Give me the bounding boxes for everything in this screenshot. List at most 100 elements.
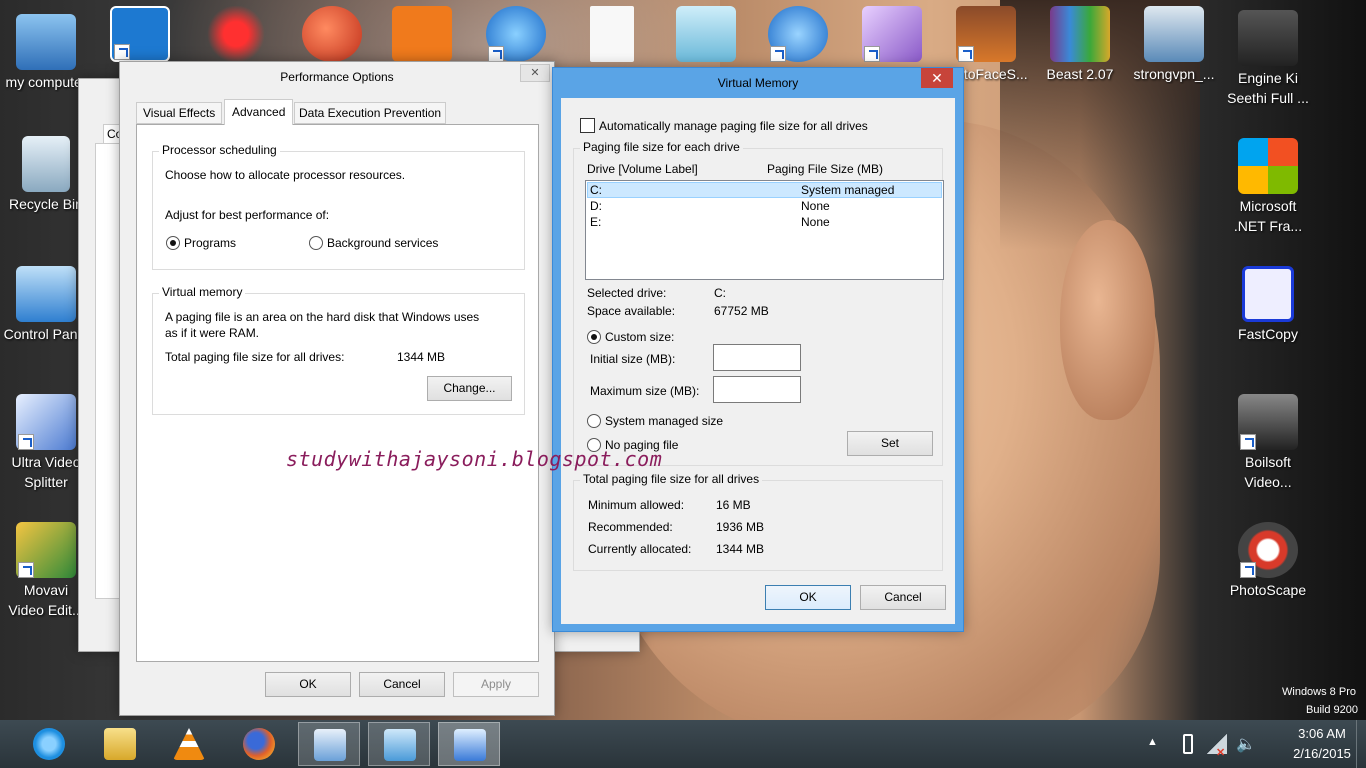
currently-allocated-label: Currently allocated: [588,542,692,556]
desktop-icon-notepad[interactable] [660,6,752,64]
auto-manage-checkbox[interactable] [580,118,595,133]
change-button[interactable]: Change... [427,376,512,401]
selected-drive-label: Selected drive: [587,286,667,300]
desktop-icon-label: .NET Fra... [1233,218,1303,234]
window-title: Virtual Memory [717,76,799,90]
desktop-icon-ccleaner[interactable] [286,6,378,64]
installer-icon [1144,6,1204,62]
watermark-text: studywithajaysoni.blogspot.com [286,447,663,471]
drive-row[interactable]: E: None [587,215,942,231]
desktop-icon-strongvpn[interactable]: strongvpn_... [1128,6,1220,84]
desktop-icon-engine-ki-seethi[interactable]: Engine Ki Seethi Full ... [1222,10,1314,108]
taskbar-wordpad[interactable] [298,722,360,766]
drive-letter: C: [590,183,602,197]
desktop-icon-beast[interactable]: Beast 2.07 [1034,6,1126,84]
desktop-icon-dotnet[interactable]: Microsoft .NET Fra... [1222,138,1314,236]
desktop-icon-red-splash[interactable] [190,6,282,64]
virtual-memory-body: Automatically manage paging file size fo… [561,98,955,624]
background-services-radio[interactable] [309,236,323,250]
group-title: Total paging file size for all drives [580,472,763,486]
system-managed-radio[interactable] [587,414,601,428]
recommended-label: Recommended: [588,520,673,534]
currently-allocated-value: 1344 MB [716,542,765,556]
control-panel-icon [16,266,76,322]
photoface-icon [956,6,1016,62]
drive-size: System managed [801,183,895,197]
initial-size-label: Initial size (MB): [590,352,676,366]
desktop-icon-media-player[interactable] [752,6,844,64]
taskbar-internet-explorer[interactable] [18,722,80,766]
drive-list[interactable]: C: System managed D: None E: None [585,180,944,280]
taskbar-system-properties[interactable] [438,722,500,766]
desktop-icon-fastcopy[interactable]: FastCopy [1222,266,1314,344]
video-file-icon [1238,10,1298,66]
shortcut-arrow-icon [770,46,786,62]
initial-size-input[interactable] [713,344,801,371]
shortcut-arrow-icon [1240,434,1256,450]
drive-column-header: Drive [Volume Label] [587,162,698,176]
auto-manage-label[interactable]: Automatically manage paging file size fo… [599,119,868,133]
drive-row-selected[interactable]: C: System managed [587,182,942,198]
tab-visual-effects[interactable]: Visual Effects [136,102,223,124]
volume-icon[interactable]: 🔈 [1236,734,1256,754]
drive-row[interactable]: D: None [587,199,942,215]
advanced-tab-panel: Processor scheduling Choose how to alloc… [136,124,539,662]
custom-size-label[interactable]: Custom size: [605,330,674,344]
desktop-icon-c-app[interactable] [470,6,562,64]
show-desktop-button[interactable] [1356,720,1366,768]
desktop-icon-xampp[interactable] [376,6,468,64]
space-available-label: Space available: [587,304,676,318]
recycle-bin-icon [22,136,70,192]
desktop-icon-label: Seethi Full ... [1227,90,1309,106]
virtual-memory-titlebar[interactable]: Virtual Memory ✕ [553,68,963,98]
selected-drive-value: C: [714,286,726,300]
set-button[interactable]: Set [847,431,933,456]
boilsoft-icon [1238,394,1298,450]
desktop-icon-intel[interactable] [94,6,186,64]
ok-button[interactable]: OK [265,672,351,697]
custom-size-radio[interactable] [587,330,601,344]
apply-button[interactable]: Apply [453,672,539,697]
system-properties-icon [454,729,486,761]
minimum-allowed-value: 16 MB [716,498,751,512]
taskbar-control-panel[interactable] [368,722,430,766]
tab-data-execution-prevention[interactable]: Data Execution Prevention [294,102,447,124]
ok-button[interactable]: OK [765,585,851,610]
programs-label[interactable]: Programs [184,236,236,250]
desktop-icon-photoscape[interactable]: PhotoScape [1222,522,1314,600]
group-title: Processor scheduling [159,143,280,157]
system-managed-label[interactable]: System managed size [605,414,723,428]
fastcopy-icon [1242,266,1294,322]
taskbar-vlc[interactable] [158,722,220,766]
media-player-icon [768,6,828,62]
cancel-button[interactable]: Cancel [359,672,445,697]
virtual-memory-description-2: as if it were RAM. [165,326,260,340]
background-services-label[interactable]: Background services [327,236,438,250]
tab-advanced[interactable]: Advanced [224,99,294,125]
maximum-size-input[interactable] [713,376,801,403]
processor-scheduling-group: Processor scheduling Choose how to alloc… [152,143,525,270]
clock-time[interactable]: 3:06 AM [1270,726,1366,741]
virtual-memory-group: Virtual memory A paging file is an area … [152,285,525,415]
taskbar-file-explorer[interactable] [89,722,151,766]
desktop-icon-label: Boilsoft [1245,454,1291,470]
total-paging-label: Total paging file size for all drives: [165,350,345,364]
shortcut-arrow-icon [1240,562,1256,578]
virtual-memory-dialog[interactable]: Virtual Memory ✕ Automatically manage pa… [552,67,964,632]
file-explorer-icon [104,728,136,760]
clock-date[interactable]: 2/16/2015 [1270,746,1366,761]
desktop-icon-disc-burner[interactable] [846,6,938,64]
cancel-button[interactable]: Cancel [860,585,946,610]
show-hidden-icons-icon[interactable]: ▲ [1147,736,1158,748]
taskbar-firefox[interactable] [228,722,290,766]
network-error-icon: ✕ [1216,747,1226,759]
performance-options-titlebar[interactable]: Performance Options ✕ [120,62,554,92]
close-button[interactable]: ✕ [520,64,550,82]
close-button[interactable]: ✕ [921,68,953,88]
desktop-icon-boilsoft[interactable]: Boilsoft Video... [1222,394,1314,492]
battery-icon[interactable] [1183,734,1193,754]
group-title: Paging file size for each drive [580,140,743,154]
performance-options-window[interactable]: Performance Options ✕ Visual Effects Adv… [119,61,555,716]
programs-radio[interactable] [166,236,180,250]
desktop-icon-document[interactable] [566,6,658,64]
